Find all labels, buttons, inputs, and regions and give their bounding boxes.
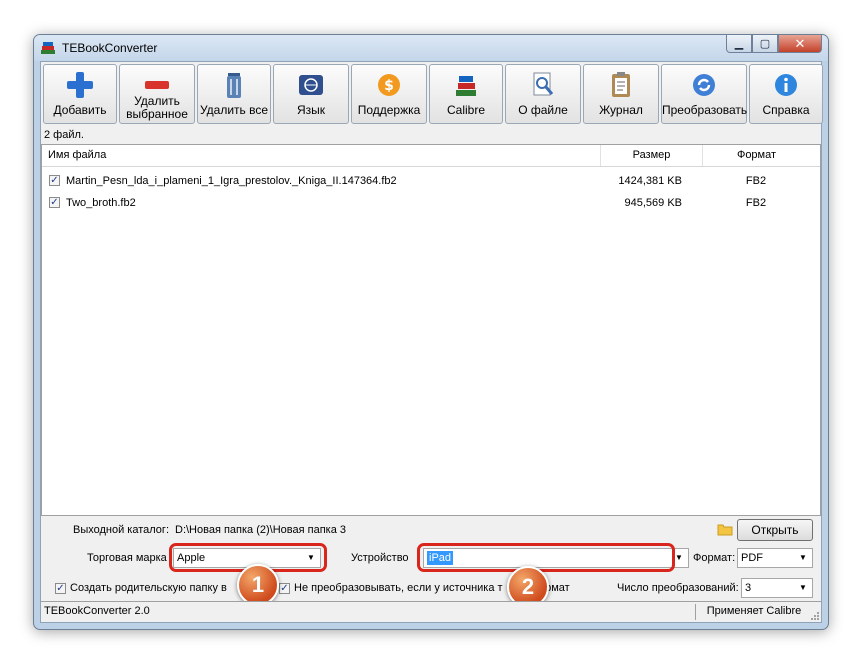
- file-list-header: Имя файла Размер Формат: [42, 145, 820, 167]
- info-icon: [775, 74, 797, 96]
- close-button[interactable]: ✕: [778, 35, 822, 53]
- add-button[interactable]: Добавить: [43, 64, 117, 124]
- format-select[interactable]: PDF ▼: [737, 548, 813, 568]
- add-button-label: Добавить: [53, 103, 107, 117]
- support-button[interactable]: $ Поддержка: [351, 64, 427, 124]
- open-button[interactable]: Открыть: [737, 519, 813, 541]
- about-file-label: О файле: [518, 103, 568, 117]
- status-divider: [695, 604, 696, 620]
- row-file-name: Two_broth.fb2: [66, 197, 136, 209]
- step-marker-1: 1: [237, 564, 279, 606]
- threads-value: 3: [745, 582, 752, 594]
- language-label: Язык: [296, 103, 326, 117]
- support-coin-icon: $: [378, 74, 400, 96]
- convert-label: Преобразовать: [662, 103, 748, 117]
- format-value: PDF: [741, 552, 763, 564]
- calibre-label: Calibre: [446, 103, 485, 117]
- journal-label: Журнал: [599, 103, 643, 117]
- delete-all-label: Удалить все: [199, 103, 269, 117]
- table-row[interactable]: ✓ Two_broth.fb2 945,569 KB FB2: [42, 192, 820, 214]
- no-convert-label: Не преобразовывать, если у источника т: [294, 582, 503, 594]
- support-label: Поддержка: [357, 103, 421, 117]
- create-parent-label: Создать родительскую папку в: [70, 582, 227, 594]
- output-folder-label: Выходной каталог:: [73, 524, 169, 536]
- delete-selected-button[interactable]: Удалить выбранное: [119, 64, 195, 124]
- maximize-button[interactable]: ▢: [752, 35, 778, 53]
- svg-text:$: $: [384, 78, 394, 94]
- status-engine: Применяет Calibre: [706, 605, 802, 617]
- toolbar: Добавить Удалить выбранное Удалить все Я…: [41, 64, 823, 126]
- language-icon: [299, 75, 323, 95]
- chevron-down-icon: ▼: [799, 553, 807, 562]
- threads-select[interactable]: 3 ▼: [741, 578, 813, 598]
- help-button[interactable]: Справка: [749, 64, 823, 124]
- convert-icon: [693, 74, 715, 96]
- delete-selected-text: Удалить выбранное: [126, 94, 188, 121]
- no-convert-checkbox[interactable]: ✓: [279, 583, 290, 594]
- about-file-button[interactable]: О файле: [505, 64, 581, 124]
- row-checkbox[interactable]: ✓: [49, 175, 60, 186]
- magnifier-icon: [533, 72, 554, 96]
- plus-icon: [67, 72, 93, 98]
- file-count: 2 файл.: [44, 129, 84, 141]
- row-file-name: Martin_Pesn_lda_i_plameni_1_Igra_prestol…: [66, 175, 397, 187]
- help-label: Справка: [762, 103, 810, 117]
- brand-label: Торговая марка: [87, 552, 167, 564]
- app-books-icon: [41, 42, 55, 54]
- row-checkbox[interactable]: ✓: [49, 197, 60, 208]
- column-name-header[interactable]: Имя файла: [48, 145, 600, 166]
- resize-grip-icon[interactable]: [810, 611, 820, 621]
- row-file-format: FB2: [745, 175, 767, 187]
- row-file-format: FB2: [745, 197, 767, 209]
- title-bar[interactable]: TEBookConverter ▁ ▢ ✕: [34, 35, 828, 61]
- journal-button[interactable]: Журнал: [583, 64, 659, 124]
- delete-all-button[interactable]: Удалить все: [197, 64, 271, 124]
- device-label: Устройство: [351, 552, 409, 564]
- calibre-button[interactable]: Calibre: [429, 64, 503, 124]
- table-row[interactable]: ✓ Martin_Pesn_lda_i_plameni_1_Igra_prest…: [42, 170, 820, 192]
- window-title: TEBookConverter: [62, 41, 158, 55]
- status-version: TEBookConverter 2.0: [44, 605, 150, 617]
- row-file-size: 1424,381 KB: [618, 175, 682, 187]
- threads-label: Число преобразований:: [617, 582, 739, 594]
- language-button[interactable]: Язык: [273, 64, 349, 124]
- device-highlight: [417, 543, 675, 572]
- folder-icon[interactable]: [717, 522, 733, 536]
- clipboard-icon: [612, 72, 630, 97]
- minimize-icon: ▁: [734, 38, 744, 50]
- column-size-header[interactable]: Размер: [600, 145, 702, 166]
- format-label: Формат:: [693, 552, 736, 564]
- close-icon: ✕: [794, 35, 806, 51]
- column-format-header[interactable]: Формат: [702, 145, 810, 166]
- client-area: Добавить Удалить выбранное Удалить все Я…: [40, 61, 823, 623]
- create-parent-checkbox[interactable]: ✓: [55, 583, 66, 594]
- app-window: TEBookConverter ▁ ▢ ✕ Добавить Удалить в…: [33, 34, 829, 630]
- trash-icon: [227, 73, 241, 98]
- maximize-icon: ▢: [759, 38, 771, 50]
- minimize-button[interactable]: ▁: [726, 35, 752, 53]
- file-list[interactable]: Имя файла Размер Формат ✓ Martin_Pesn_ld…: [41, 144, 821, 516]
- status-bar: TEBookConverter 2.0 Применяет Calibre: [41, 601, 821, 622]
- chevron-down-icon: ▼: [799, 583, 807, 592]
- window-controls: ▁ ▢ ✕: [726, 35, 822, 53]
- delete-selected-label: Удалить выбранное: [120, 95, 194, 121]
- output-folder-path[interactable]: D:\Новая папка (2)\Новая папка 3: [175, 524, 346, 536]
- row-file-size: 945,569 KB: [624, 197, 683, 209]
- books-icon: [456, 76, 476, 96]
- convert-button[interactable]: Преобразовать: [661, 64, 747, 124]
